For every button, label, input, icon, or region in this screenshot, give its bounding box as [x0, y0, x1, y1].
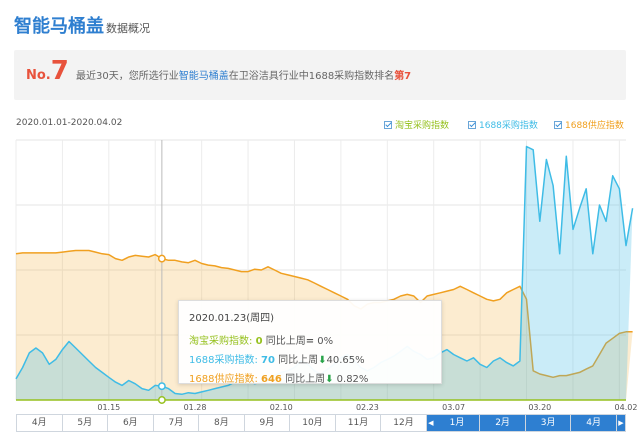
month-tab-selected[interactable]: 3月	[525, 415, 572, 431]
x-tick-label: 04.02	[615, 403, 638, 412]
tooltip-pct: 0%	[317, 336, 334, 347]
month-tab-selected[interactable]: 2月	[480, 415, 526, 431]
equal-icon: =	[305, 336, 315, 347]
tooltip-date: 2020.01.23(周四)	[189, 313, 275, 324]
tooltip-value: 0	[255, 336, 263, 347]
checkbox-icon[interactable]	[384, 120, 392, 129]
tooltip-pct: 0.82%	[336, 374, 369, 385]
x-tick-label: 02.23	[356, 403, 379, 412]
date-range-label: 2020.01.01-2020.04.02	[16, 118, 123, 128]
hover-point-1688-purchase	[157, 382, 166, 391]
checkbox-icon[interactable]	[554, 120, 562, 129]
tooltip-value: 646	[261, 374, 282, 385]
month-tab[interactable]: 6月	[108, 415, 154, 431]
tooltip-compare: 同比上周	[285, 374, 326, 385]
month-tab[interactable]: 8月	[199, 415, 245, 431]
rank-text-middle: 在卫浴洁具行业中1688采购指数排名	[228, 71, 395, 82]
chart-tooltip: 2020.01.23(周四) 淘宝采购指数: 0 同比上周= 0% 1688采购…	[178, 300, 442, 385]
rank-number: No.7	[26, 56, 69, 86]
chart-x-axis: 01.15 01.28 02.10 02.23 03.07 03.20 04.02	[97, 403, 637, 412]
month-tab[interactable]: 12月	[381, 415, 427, 431]
x-tick-label: 03.07	[442, 403, 465, 412]
page-header: 智能马桶盖 数据概况	[14, 12, 150, 40]
arrow-down-icon: ⬇	[318, 355, 327, 366]
rank-position: 第7	[394, 71, 412, 82]
range-left-handle-icon[interactable]: ◀	[426, 415, 435, 431]
month-tab[interactable]: 5月	[62, 415, 109, 431]
rank-text-prefix: 最近30天，您所选行业	[76, 71, 179, 82]
tooltip-label: 淘宝采购指数:	[189, 336, 253, 347]
x-tick-label: 01.28	[184, 403, 207, 412]
rank-no-label: No.	[26, 68, 51, 83]
tooltip-row-1688-supply: 1688供应指数: 646 同比上周⬇ 0.82%	[189, 370, 431, 385]
month-tab[interactable]: 10月	[290, 415, 336, 431]
rank-industry: 智能马桶盖	[178, 71, 229, 82]
month-tab-selected[interactable]: 1月	[434, 415, 481, 431]
page-subtitle: 数据概况	[106, 22, 150, 35]
rank-banner: No.7 最近30天，您所选行业智能马桶盖在卫浴洁具行业中1688采购指数排名第…	[14, 50, 626, 100]
checkbox-icon[interactable]	[468, 120, 476, 129]
month-range-selector[interactable]: 4月 5月 6月 7月 8月 9月 10月 11月 12月 ◀ 1月 2月 3月…	[16, 414, 626, 432]
x-tick-label: 02.10	[270, 403, 293, 412]
hover-point-taobao	[157, 396, 166, 404]
page-title: 智能马桶盖	[14, 16, 104, 37]
hover-point-1688-supply	[157, 254, 166, 263]
tooltip-value: 70	[261, 355, 275, 366]
month-tab[interactable]: 11月	[335, 415, 382, 431]
tooltip-pct: 40.65%	[326, 355, 365, 366]
rank-no-value: 7	[50, 56, 69, 86]
tooltip-compare: 同比上周	[265, 336, 306, 347]
month-tab[interactable]: 9月	[244, 415, 291, 431]
tooltip-row-taobao: 淘宝采购指数: 0 同比上周= 0%	[189, 332, 431, 347]
tooltip-compare: 同比上周	[278, 355, 319, 366]
month-tab[interactable]: 4月	[17, 415, 63, 431]
rank-description: 最近30天，您所选行业智能马桶盖在卫浴洁具行业中1688采购指数排名第7	[76, 67, 411, 82]
tooltip-label: 1688供应指数:	[189, 374, 258, 385]
month-tab-selected[interactable]: 4月	[571, 415, 617, 431]
arrow-down-icon: ⬇	[325, 374, 334, 385]
range-right-handle-icon[interactable]: ▶	[616, 415, 625, 431]
month-tab[interactable]: 7月	[153, 415, 200, 431]
x-tick-label: 03.20	[528, 403, 551, 412]
x-tick-label: 01.15	[97, 403, 120, 412]
tooltip-row-1688-purchase: 1688采购指数: 70 同比上周⬇40.65%	[189, 351, 431, 366]
tooltip-label: 1688采购指数:	[189, 355, 258, 366]
